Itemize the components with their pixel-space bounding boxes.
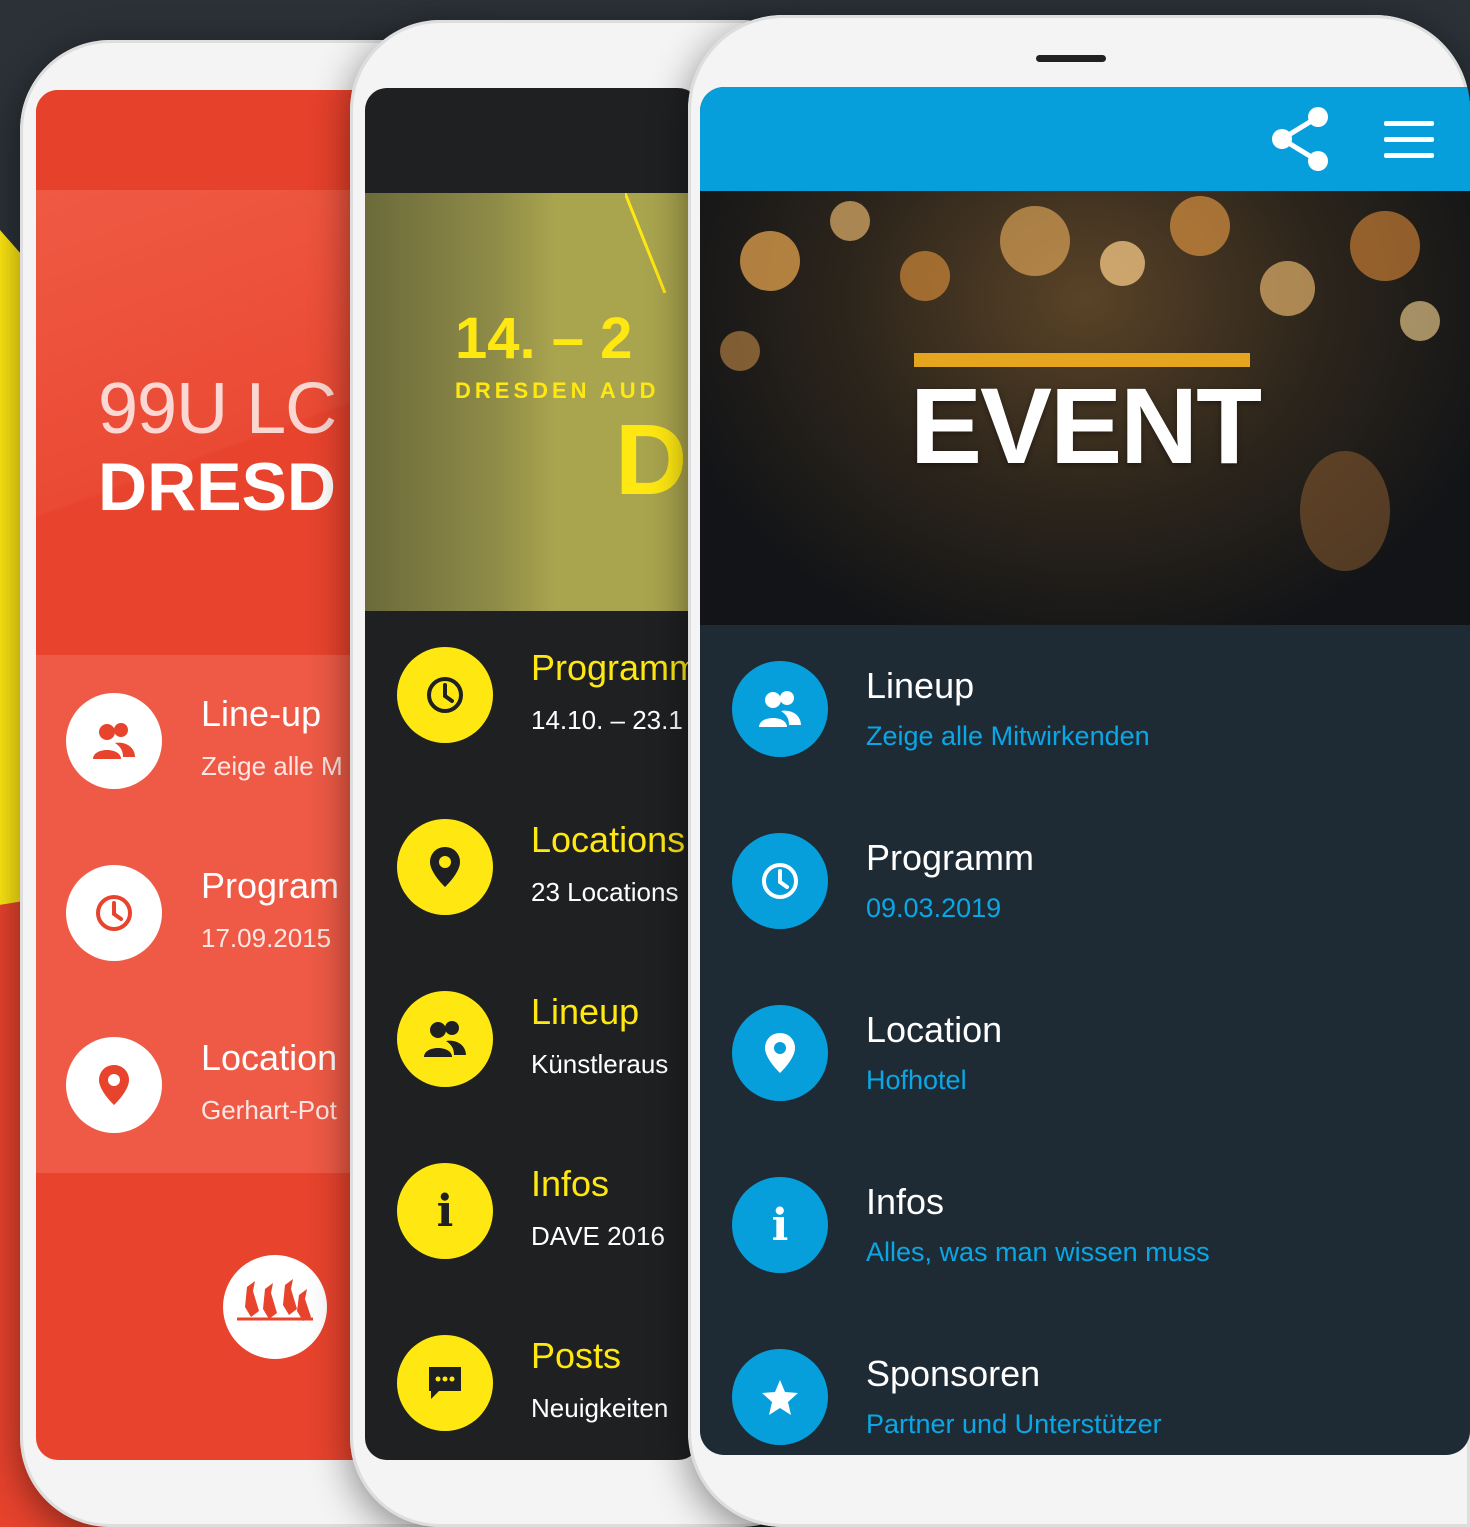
menu-item-subtitle: Partner und Unterstützer [866, 1409, 1162, 1439]
bokeh-light [1400, 301, 1440, 341]
menu-item-label: Locations [531, 819, 686, 860]
people-icon [397, 991, 493, 1087]
info-icon: i [397, 1163, 493, 1259]
menu-item-subtitle: Neuigkeiten [531, 1393, 669, 1423]
clock-icon [66, 865, 162, 961]
menu-item-subtitle: Alles, was man wissen muss [866, 1237, 1210, 1267]
menu-item-infos[interactable]: i Infos Alles, was man wissen muss [700, 1141, 1470, 1313]
phone-red-screen: 99U LC DRESD Line-up Zeige alle M Progra… [36, 90, 376, 1460]
bokeh-light [900, 251, 950, 301]
menu-item-label: Programm [866, 837, 1035, 878]
menu-item-lineup[interactable]: Lineup Künstleraus [365, 955, 700, 1127]
menu-item-label: Location [866, 1009, 1003, 1050]
menu-list: Line-up Zeige alle M Program 17.09.2015 … [36, 655, 376, 1173]
menu-item-subtitle: 14.10. – 23.1 [531, 705, 683, 735]
menu-item-subtitle: 09.03.2019 [866, 893, 1002, 923]
menu-item-programm[interactable]: Programm 14.10. – 23.1 [365, 611, 700, 783]
menu-item-label: Infos [531, 1163, 610, 1204]
menu-item-program[interactable]: Program 17.09.2015 [36, 827, 376, 999]
map-pin-icon [397, 819, 493, 915]
map-pin-icon [66, 1037, 162, 1133]
menu-item-lineup[interactable]: Line-up Zeige alle M [36, 655, 376, 827]
birds-logo-icon[interactable] [223, 1255, 327, 1359]
bokeh-light [740, 231, 800, 291]
bokeh-light [1350, 211, 1420, 281]
menu-item-subtitle: Gerhart-Pot [201, 1095, 337, 1125]
hero-banner: 99U LC DRESD [36, 190, 376, 655]
clock-icon [397, 647, 493, 743]
menu-item-location[interactable]: Location Gerhart-Pot [36, 999, 376, 1171]
menu-item-sponsoren[interactable]: Sponsoren Partner und Unterstützer [700, 1313, 1470, 1455]
chat-icon [397, 1335, 493, 1431]
bokeh-light [1170, 196, 1230, 256]
menu-item-location[interactable]: Location Hofhotel [700, 969, 1470, 1141]
menu-item-label: Infos [866, 1181, 945, 1222]
menu-item-subtitle: 23 Locations [531, 877, 679, 907]
menu-item-subtitle: Zeige alle Mitwirkenden [866, 721, 1150, 751]
map-pin-icon [732, 1005, 828, 1101]
status-area [36, 90, 376, 190]
people-icon [66, 693, 162, 789]
phone-yellow-screen: 14. – 2 DRESDEN AUD D Programm 14.10. – … [365, 88, 700, 1460]
bokeh-light [1100, 241, 1145, 286]
menu-item-lineup[interactable]: Lineup Zeige alle Mitwirkenden [700, 625, 1470, 797]
clock-icon [732, 833, 828, 929]
menu-item-subtitle: Zeige alle M [201, 751, 343, 781]
menu-item-subtitle: DAVE 2016 [531, 1221, 665, 1251]
share-icon[interactable] [1268, 105, 1332, 173]
bokeh-light [1260, 261, 1315, 316]
menu-item-label: Location [201, 1037, 338, 1078]
bokeh-light [720, 331, 760, 371]
menu-item-label: Lineup [531, 991, 640, 1032]
hero-date: 14. – 2 [455, 306, 633, 371]
menu-item-label: Sponsoren [866, 1353, 1041, 1394]
hero-title-line1: 99U LC [98, 369, 337, 449]
menu-icon[interactable] [1384, 121, 1434, 161]
menu-item-label: Lineup [866, 665, 975, 706]
menu-item-infos[interactable]: i Infos DAVE 2016 [365, 1127, 700, 1299]
menu-item-label: Posts [531, 1335, 622, 1376]
menu-item-locations[interactable]: Locations 23 Locations [365, 783, 700, 955]
people-icon [732, 661, 828, 757]
menu-item-posts[interactable]: Posts Neuigkeiten [365, 1299, 700, 1460]
bokeh-light [830, 201, 870, 241]
menu-item-subtitle: Hofhotel [866, 1065, 967, 1095]
hero-title-line2: DRESD [98, 449, 337, 525]
menu-item-programm[interactable]: Programm 09.03.2019 [700, 797, 1470, 969]
hero-title: EVENT [910, 365, 1262, 486]
menu-item-subtitle: 17.09.2015 [201, 923, 332, 953]
hero-venue: DRESDEN AUD [455, 378, 660, 403]
info-icon: i [732, 1177, 828, 1273]
menu-item-subtitle: Künstleraus [531, 1049, 669, 1079]
star-icon [732, 1349, 828, 1445]
menu-item-label: Program [201, 865, 340, 906]
phone-blue-app: EVENT Lineup Zeige alle Mitwirkenden Pro… [688, 15, 1470, 1527]
hero-banner: EVENT [700, 191, 1470, 625]
app-toolbar [700, 87, 1470, 191]
phone-blue-screen: EVENT Lineup Zeige alle Mitwirkenden Pro… [700, 87, 1470, 1455]
bokeh-light [1300, 451, 1390, 571]
hero-big-letter: D [615, 404, 688, 516]
hero-banner: 14. – 2 DRESDEN AUD D [365, 193, 700, 611]
menu-item-label: Line-up [201, 693, 322, 734]
bokeh-light [1000, 206, 1070, 276]
menu-item-label: Programm [531, 647, 700, 688]
phone-speaker [1036, 55, 1106, 62]
